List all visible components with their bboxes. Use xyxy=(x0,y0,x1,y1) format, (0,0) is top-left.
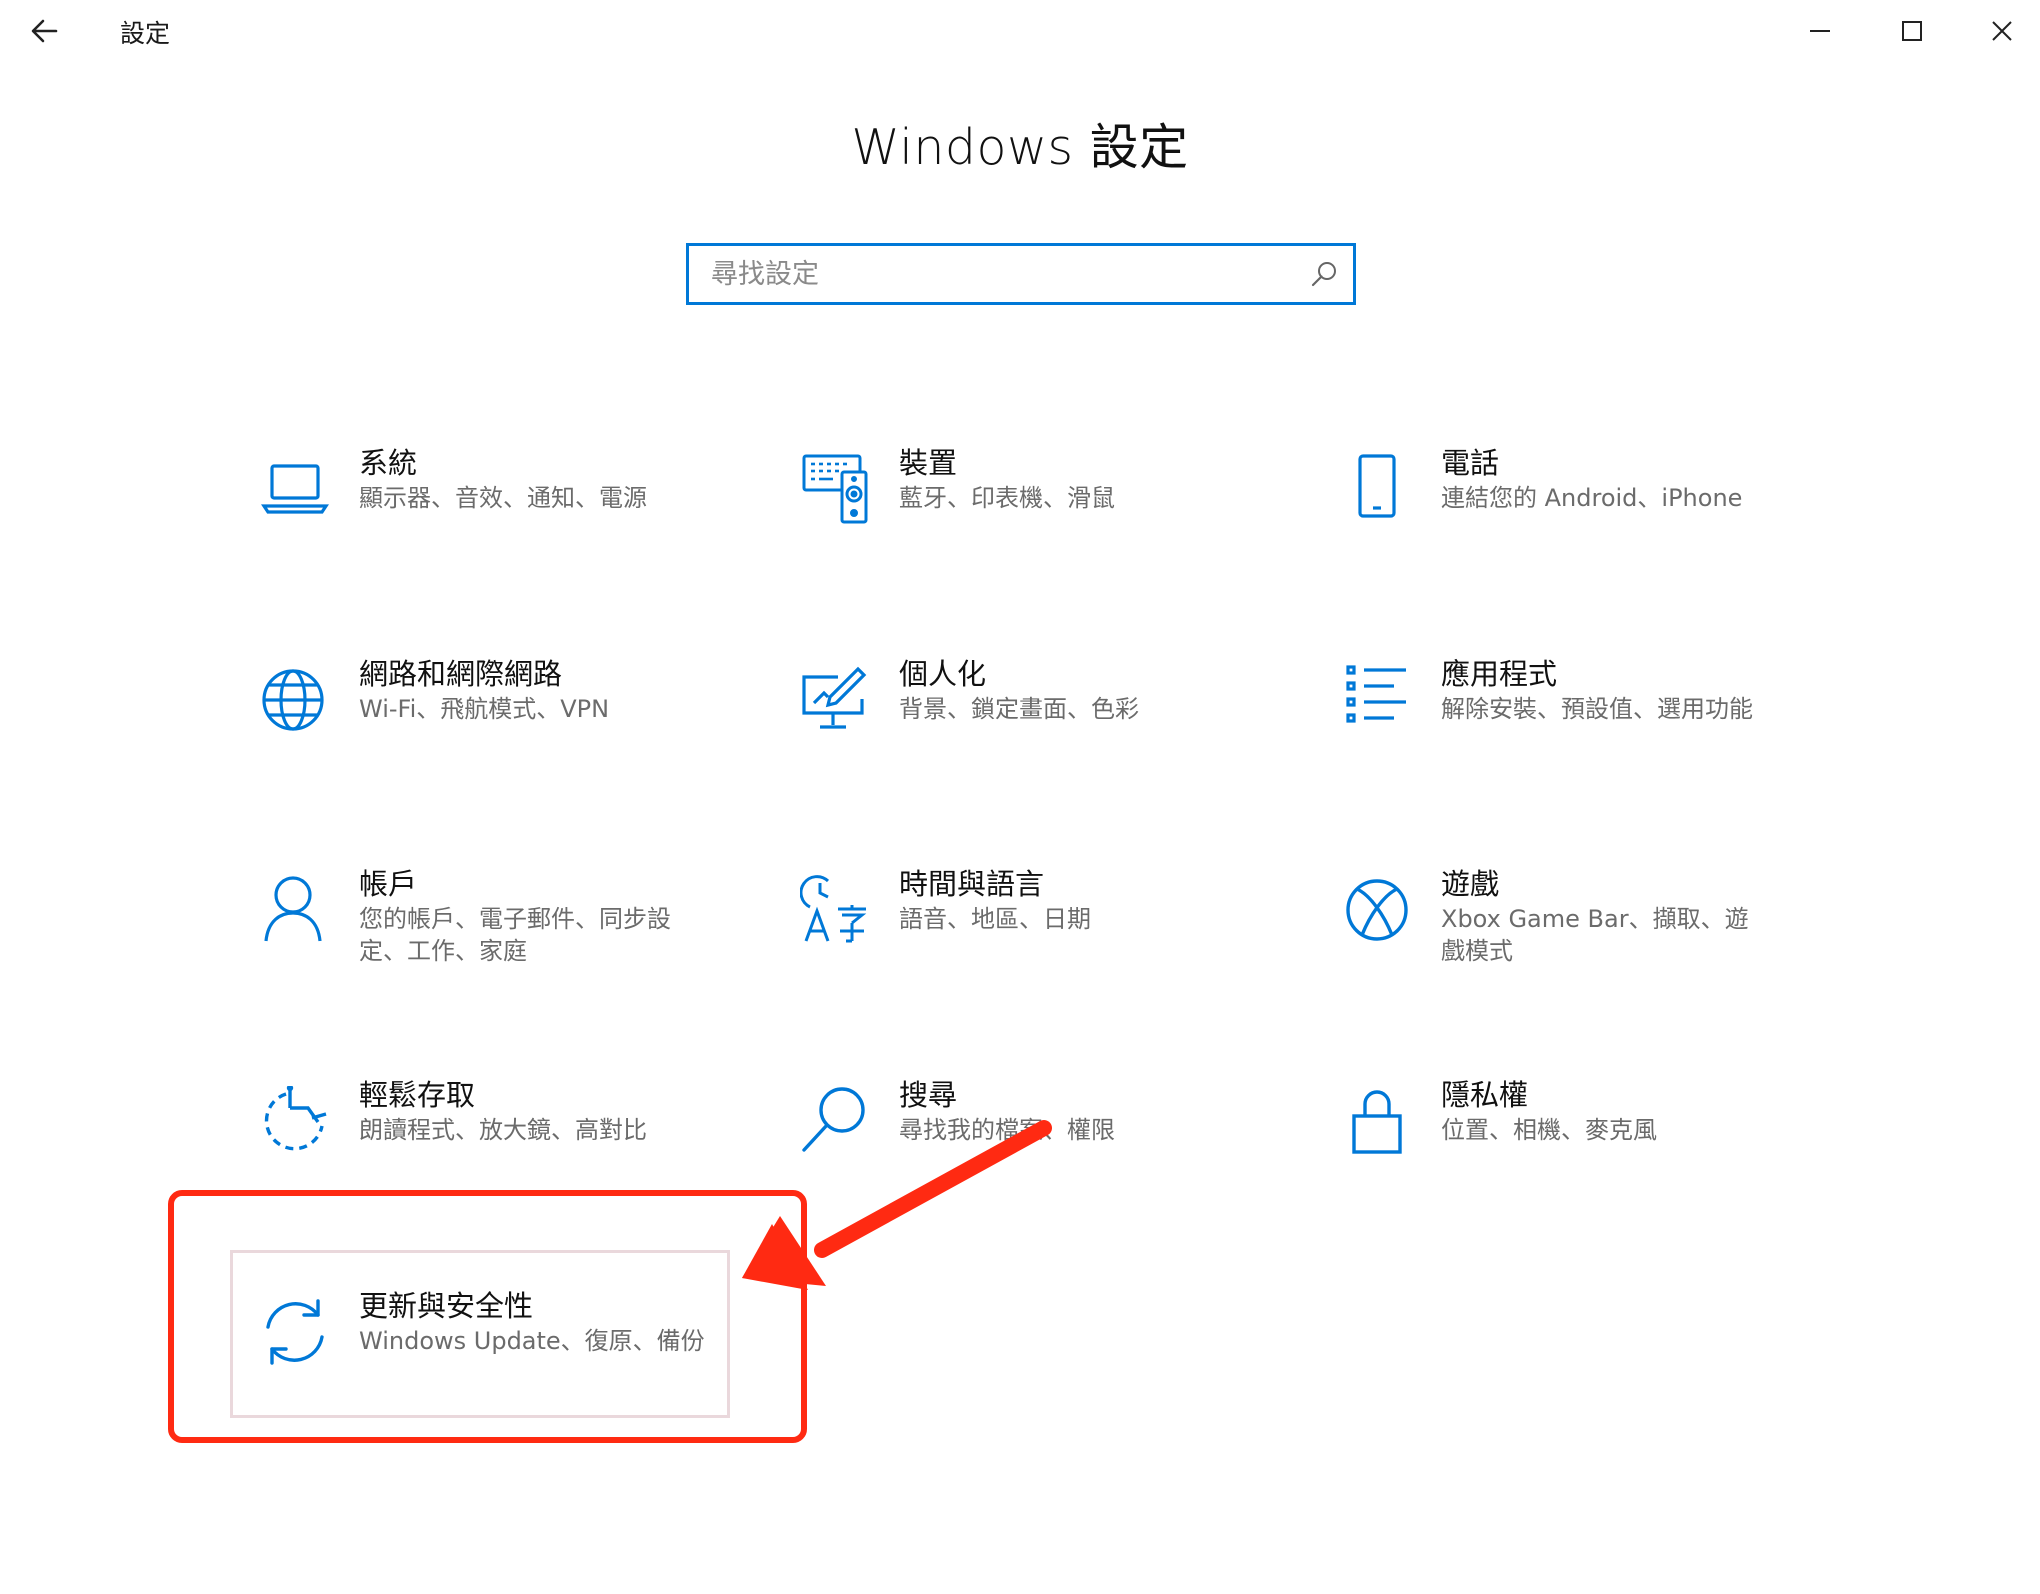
settings-window: 設定 Windows 設定 尋找設定 系統 顯示器、音效、通知、電源 裝置 藍牙… xyxy=(0,0,2040,1594)
tile-title: 遊戲 xyxy=(1441,867,1500,901)
maximize-icon xyxy=(1902,21,1922,41)
tile-description: 語音、地區、日期 xyxy=(899,905,1091,933)
tile-title: 電話 xyxy=(1441,446,1500,480)
search-icon[interactable] xyxy=(1309,259,1339,289)
search-box[interactable] xyxy=(686,243,1356,305)
tile-personalization[interactable]: 個人化 背景、鎖定畫面、色彩 xyxy=(770,651,1310,821)
tile-title: 系統 xyxy=(359,446,418,480)
tile-title: 個人化 xyxy=(899,657,987,691)
tile-title: 網路和網際網路 xyxy=(359,657,563,691)
tile-description: 顯示器、音效、通知、電源 xyxy=(359,484,647,512)
apps-list-icon xyxy=(1342,665,1412,735)
app-title: 設定 xyxy=(120,19,171,48)
time-language-icon xyxy=(800,875,870,945)
lock-icon xyxy=(1342,1086,1412,1156)
tile-description: Wi-Fi、飛航模式、VPN xyxy=(359,695,610,723)
tile-title: 搜尋 xyxy=(899,1078,958,1112)
tile-description: 藍牙、印表機、滑鼠 xyxy=(899,484,1115,512)
tile-accounts[interactable]: 帳戶 您的帳戶、電子郵件、同步設定、工作、家庭 xyxy=(230,861,770,1031)
personalization-icon xyxy=(800,665,870,735)
annotation-highlight-box xyxy=(168,1190,807,1443)
globe-icon xyxy=(260,665,330,735)
back-button[interactable] xyxy=(22,8,68,54)
tile-time-language[interactable]: 時間與語言 語音、地區、日期 xyxy=(770,861,1310,1031)
tile-description: 尋找我的檔案、權限 xyxy=(899,1116,1115,1144)
back-arrow-icon xyxy=(31,19,58,43)
tile-title: 輕鬆存取 xyxy=(359,1078,476,1112)
devices-icon xyxy=(800,454,870,524)
tile-description: 解除安裝、預設值、選用功能 xyxy=(1441,695,1753,723)
tile-privacy[interactable]: 隱私權 位置、相機、麥克風 xyxy=(1312,1072,1852,1242)
person-icon xyxy=(260,875,330,945)
tile-description: 背景、鎖定畫面、色彩 xyxy=(899,695,1139,723)
xbox-icon xyxy=(1342,875,1412,945)
search-input[interactable] xyxy=(689,246,1311,302)
tile-system[interactable]: 系統 顯示器、音效、通知、電源 xyxy=(230,440,770,610)
page-title: Windows 設定 xyxy=(851,119,1189,176)
tile-gaming[interactable]: 遊戲 Xbox Game Bar、擷取、遊戲模式 xyxy=(1312,861,1852,1031)
tile-title: 帳戶 xyxy=(359,867,418,901)
close-button[interactable] xyxy=(1972,8,2032,54)
tile-search[interactable]: 搜尋 尋找我的檔案、權限 xyxy=(770,1072,1310,1242)
tile-title: 應用程式 xyxy=(1441,657,1558,691)
maximize-button[interactable] xyxy=(1882,8,1942,54)
magnifier-icon xyxy=(800,1086,870,1156)
tile-apps[interactable]: 應用程式 解除安裝、預設值、選用功能 xyxy=(1312,651,1852,821)
tile-title: 隱私權 xyxy=(1441,1078,1529,1112)
tile-description: Xbox Game Bar、擷取、遊戲模式 xyxy=(1441,905,1749,965)
minimize-button[interactable] xyxy=(1790,8,1850,54)
ease-of-access-icon xyxy=(260,1086,330,1156)
tile-description: 您的帳戶、電子郵件、同步設定、工作、家庭 xyxy=(359,905,671,965)
tile-description: 朗讀程式、放大鏡、高對比 xyxy=(359,1116,647,1144)
tile-network[interactable]: 網路和網際網路 Wi-Fi、飛航模式、VPN xyxy=(230,651,770,821)
tile-phone[interactable]: 電話 連結您的 Android、iPhone xyxy=(1312,440,1852,610)
tile-devices[interactable]: 裝置 藍牙、印表機、滑鼠 xyxy=(770,440,1310,610)
tile-title: 裝置 xyxy=(899,446,958,480)
phone-icon xyxy=(1342,454,1412,524)
tile-description: 連結您的 Android、iPhone xyxy=(1441,484,1743,512)
close-icon xyxy=(1992,21,2012,41)
title-bar: 設定 xyxy=(0,0,2040,62)
tile-title: 時間與語言 xyxy=(899,867,1045,901)
laptop-icon xyxy=(260,454,330,524)
minimize-icon xyxy=(1810,30,1830,32)
tile-description: 位置、相機、麥克風 xyxy=(1441,1116,1657,1144)
